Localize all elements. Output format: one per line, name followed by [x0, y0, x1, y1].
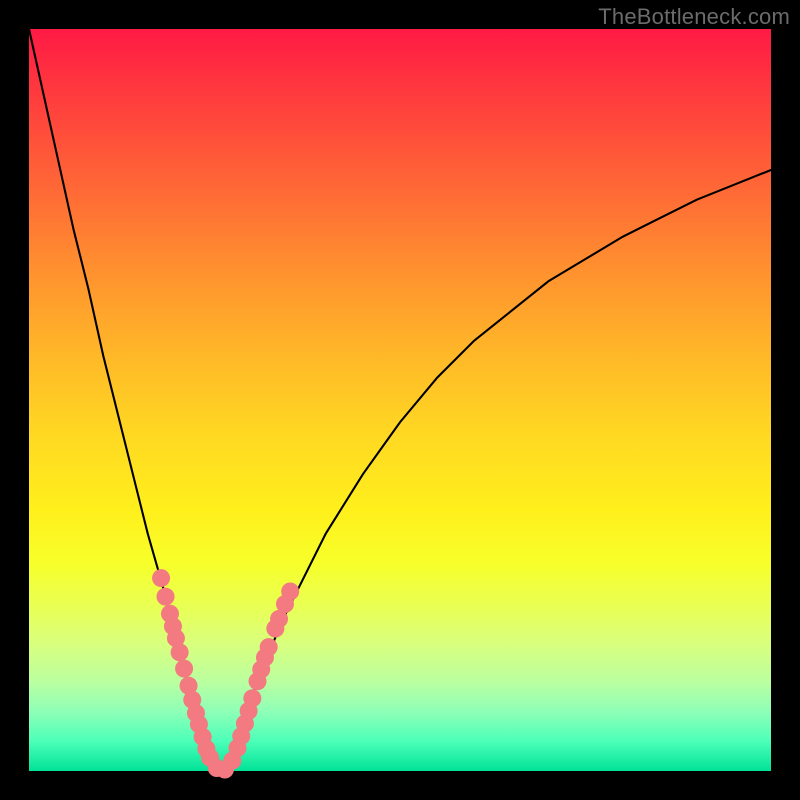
data-marker: [175, 660, 193, 678]
marker-group: [152, 569, 299, 778]
curve-group: [29, 29, 771, 771]
data-marker: [243, 689, 261, 707]
data-marker: [157, 588, 175, 606]
chart-frame: TheBottleneck.com: [0, 0, 800, 800]
chart-svg: [29, 29, 771, 771]
curve-left-branch: [29, 29, 222, 771]
data-marker: [152, 569, 170, 587]
watermark-text: TheBottleneck.com: [598, 4, 790, 30]
data-marker: [281, 582, 299, 600]
data-marker: [171, 643, 189, 661]
curve-right-branch: [222, 170, 771, 771]
data-marker: [260, 638, 278, 656]
